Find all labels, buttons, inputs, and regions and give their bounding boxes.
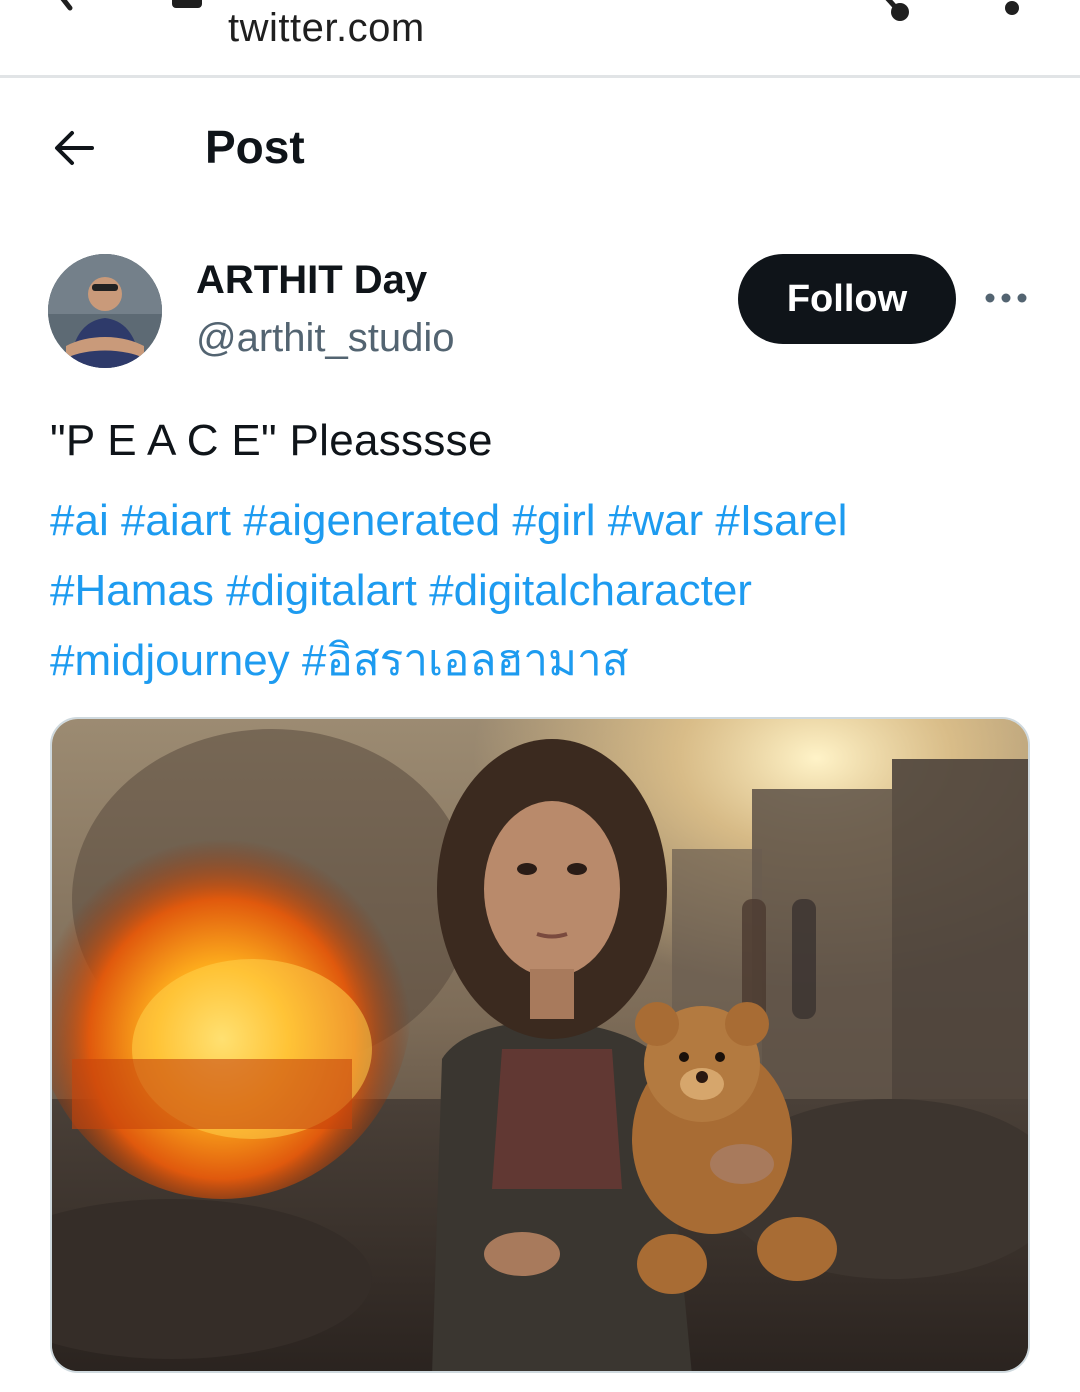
hashtag-link[interactable]: #midjourney <box>50 636 290 685</box>
hashtag-list: #ai #aiart #aigenerated #girl #war #Isar… <box>50 486 1040 696</box>
browser-address-bar: twitter.com <box>0 0 1080 78</box>
post-media-image[interactable] <box>50 717 1030 1373</box>
post-text: "P E A C E" Pleasssse <box>50 416 493 465</box>
follow-button[interactable]: Follow <box>738 254 956 344</box>
hashtag-link[interactable]: #Isarel <box>715 496 847 545</box>
hashtag-link[interactable]: #aiart <box>121 496 231 545</box>
arrow-left-icon[interactable] <box>50 122 98 170</box>
avatar[interactable] <box>48 254 162 368</box>
hashtag-link[interactable]: #aigenerated <box>243 496 500 545</box>
hashtag-link[interactable]: #girl <box>512 496 595 545</box>
user-handle[interactable]: @arthit_studio <box>196 316 455 361</box>
avatar-image <box>48 254 162 368</box>
hashtag-link[interactable]: #Hamas <box>50 566 214 615</box>
lock-icon <box>172 0 202 8</box>
media-illustration <box>52 719 1028 1371</box>
share-icon[interactable] <box>872 0 916 22</box>
hashtag-link[interactable]: #digitalart <box>226 566 417 615</box>
hashtag-link[interactable]: #war <box>608 496 703 545</box>
hashtag-link[interactable]: #ai <box>50 496 109 545</box>
page-title: Post <box>205 121 305 173</box>
hashtag-link[interactable]: #อิสราเอลฮามาส <box>302 636 629 685</box>
more-horizontal-icon[interactable] <box>980 280 1036 316</box>
more-vertical-icon[interactable] <box>1000 0 1024 22</box>
url-text[interactable]: twitter.com <box>228 6 425 51</box>
display-name[interactable]: ARTHIT Day <box>196 258 427 303</box>
hashtag-link[interactable]: #digitalcharacter <box>429 566 752 615</box>
back-icon[interactable] <box>48 0 88 16</box>
